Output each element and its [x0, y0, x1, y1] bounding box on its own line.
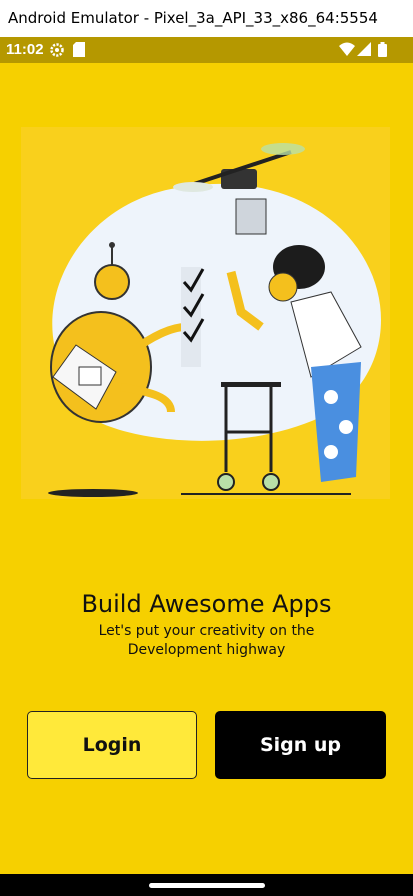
signal-icon — [357, 42, 371, 59]
navigation-bar — [0, 874, 413, 896]
settings-icon — [49, 42, 65, 61]
battery-icon — [378, 42, 387, 60]
welcome-title: Build Awesome Apps — [81, 590, 332, 618]
status-time: 11:02 — [6, 41, 44, 58]
sd-card-icon — [73, 42, 85, 60]
window-title: Android Emulator - Pixel_3a_API_33_x86_6… — [0, 0, 413, 37]
signup-button-label: Sign up — [259, 734, 342, 756]
welcome-subtitle: Let's put your creativity on the Develop… — [98, 623, 315, 658]
wifi-icon — [339, 42, 355, 59]
login-button-label: Login — [82, 734, 142, 756]
signup-button[interactable]: Sign up — [215, 711, 386, 779]
status-bar: 11:02 — [0, 37, 413, 63]
login-button[interactable]: Login — [27, 711, 197, 779]
checklist-figure — [181, 267, 205, 367]
home-gesture-handle[interactable] — [149, 883, 265, 888]
hero-illustration — [21, 127, 390, 499]
